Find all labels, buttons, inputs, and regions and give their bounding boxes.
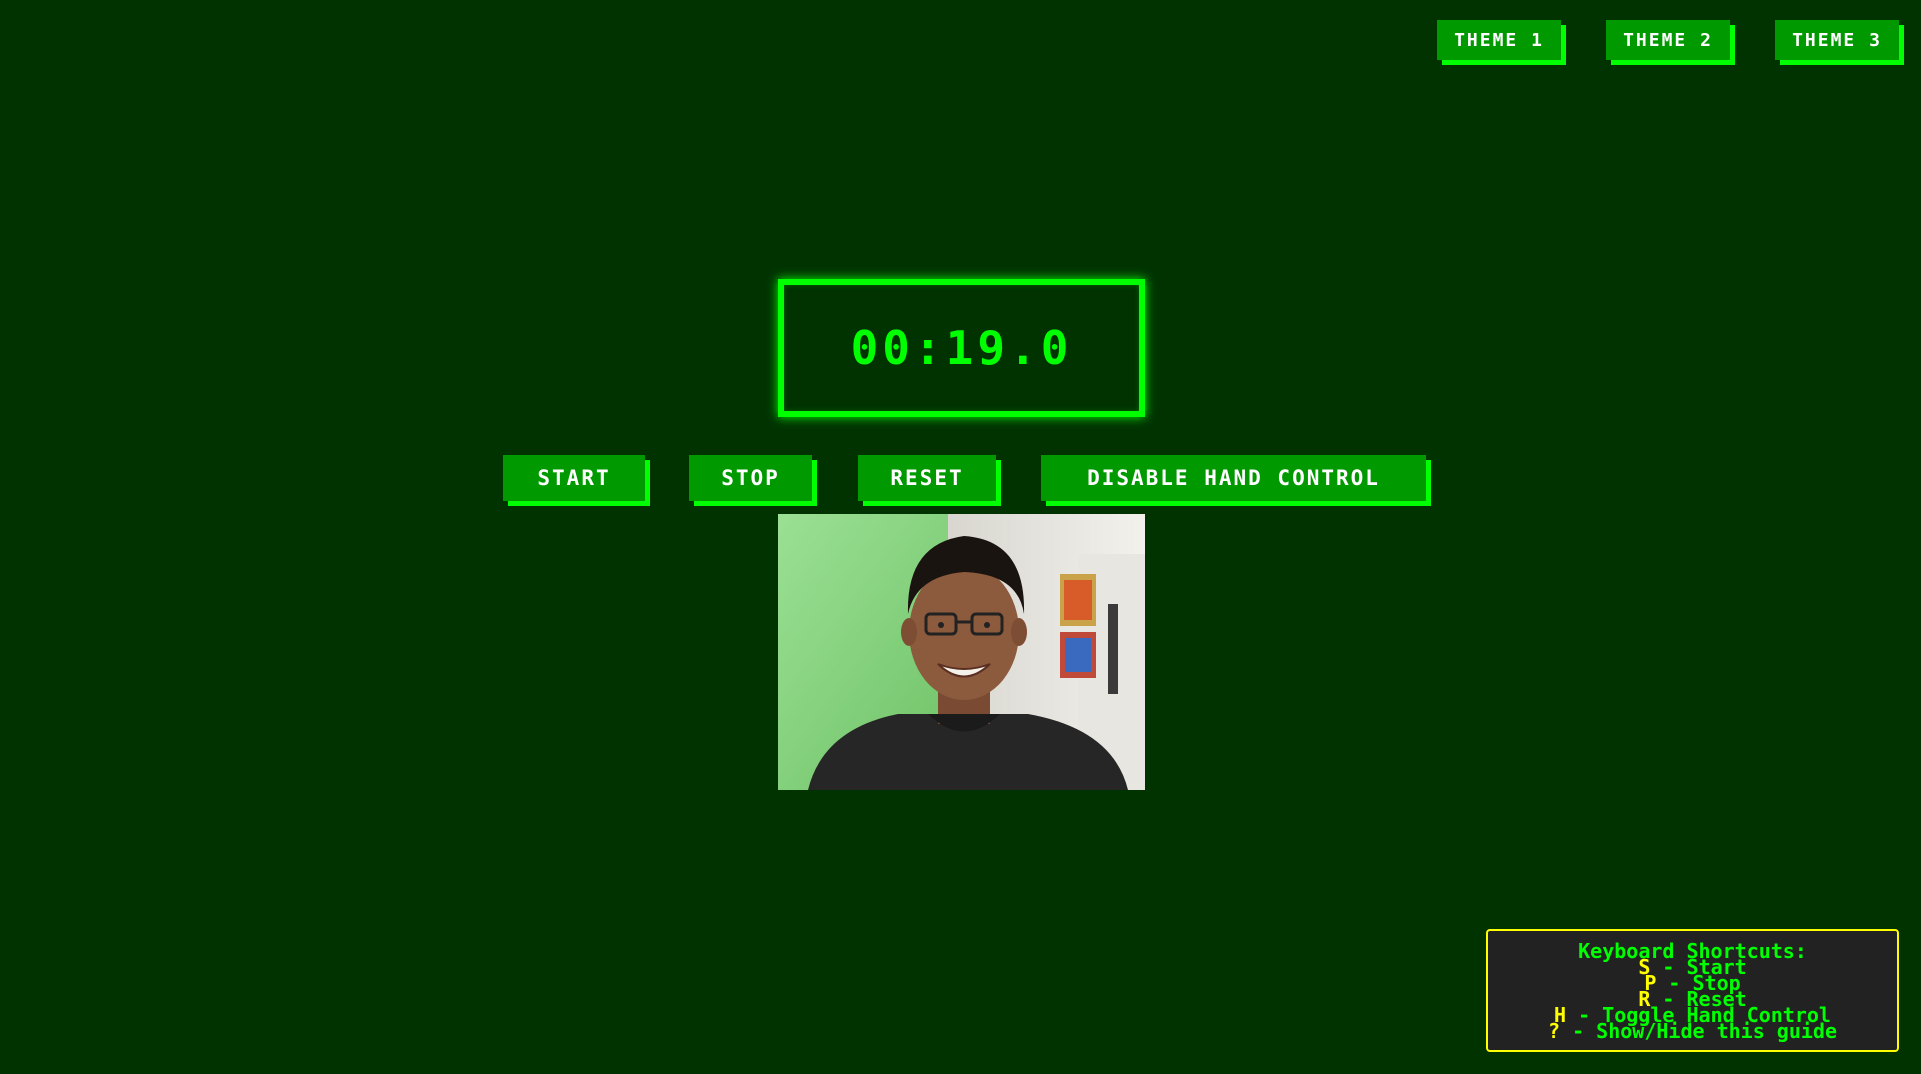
guide-key: ? — [1548, 1019, 1561, 1043]
stopwatch-app: THEME 1 THEME 2 THEME 3 00:19.0 START ST… — [0, 0, 1921, 1074]
start-button[interactable]: START — [503, 455, 645, 501]
webcam-feed — [778, 514, 1145, 790]
keyboard-shortcuts-guide: Keyboard Shortcuts: S - Start P - Stop R… — [1486, 929, 1899, 1052]
stop-button[interactable]: STOP — [689, 455, 812, 501]
timer-text: 00:19.0 — [850, 321, 1073, 375]
theme-2-button[interactable]: THEME 2 — [1606, 20, 1730, 60]
theme-3-button[interactable]: THEME 3 — [1775, 20, 1899, 60]
hand-control-toggle-button[interactable]: DISABLE HAND CONTROL — [1041, 455, 1426, 501]
guide-item-text: - Show/Hide this guide — [1560, 1019, 1837, 1043]
webcam-image — [778, 514, 1145, 790]
reset-button[interactable]: RESET — [858, 455, 996, 501]
timer-display: 00:19.0 — [778, 279, 1145, 417]
theme-1-button[interactable]: THEME 1 — [1437, 20, 1561, 60]
guide-item-toggle-guide: ? - Show/Hide this guide — [1488, 1021, 1897, 1041]
